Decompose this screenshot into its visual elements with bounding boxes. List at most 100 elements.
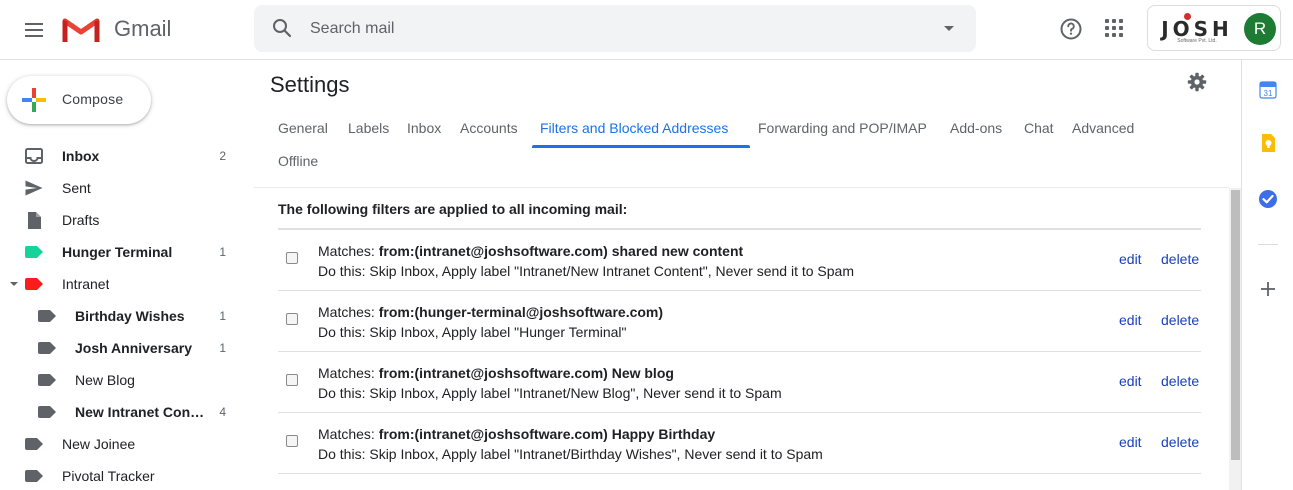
tab-filters-and-blocked-addresses[interactable]: Filters and Blocked Addresses: [540, 120, 728, 136]
filter-action: Do this: Skip Inbox, Apply label "Intran…: [318, 385, 782, 401]
filter-checkbox[interactable]: [286, 374, 298, 386]
tab-add-ons[interactable]: Add-ons: [950, 120, 1002, 136]
tab-forwarding-and-pop-imap[interactable]: Forwarding and POP/IMAP: [758, 120, 927, 136]
filter-row: Matches: from:(intranet@joshsoftware.com…: [278, 413, 1201, 474]
filter-row: Matches: from:(intranet@joshsoftware.com…: [278, 230, 1201, 291]
filter-description: Matches: from:(hunger-terminal@joshsoftw…: [318, 302, 663, 342]
side-panel: 31: [1241, 60, 1293, 490]
search-input[interactable]: [310, 5, 910, 52]
delete-filter-link[interactable]: delete: [1161, 251, 1199, 267]
top-bar: Gmail JOSH Software Pvt. Ltd. R: [0, 0, 1293, 60]
add-icon[interactable]: [1258, 279, 1278, 299]
sidebar-item-label: Hunger Terminal: [62, 244, 173, 260]
tab-advanced[interactable]: Advanced: [1072, 120, 1134, 136]
filter-description: Matches: from:(intranet@joshsoftware.com…: [318, 424, 823, 464]
sidebar-item-label: Pivotal Tracker: [62, 468, 155, 484]
search-options-dropdown-icon[interactable]: [944, 26, 954, 31]
matches-prefix: Matches:: [318, 365, 379, 381]
unread-count: 1: [219, 245, 226, 259]
brand-subtitle: Software Pvt. Ltd.: [1177, 38, 1217, 44]
google-apps-icon[interactable]: [1105, 19, 1123, 37]
draft-icon: [28, 212, 41, 229]
sidebar-item-inbox[interactable]: Inbox 2: [0, 140, 250, 172]
collapse-caret-icon[interactable]: [10, 282, 18, 286]
sidebar-item-hunger-terminal[interactable]: Hunger Terminal 1: [0, 236, 250, 268]
filter-criteria: from:(intranet@joshsoftware.com) Happy B…: [378, 426, 716, 442]
app-name: Gmail: [114, 16, 172, 41]
edit-filter-link[interactable]: edit: [1119, 373, 1142, 389]
account-switcher[interactable]: JOSH Software Pvt. Ltd. R: [1147, 5, 1281, 51]
filter-row: Matches: from:(hunger-terminal@joshsoftw…: [278, 291, 1201, 352]
delete-filter-link[interactable]: delete: [1161, 312, 1199, 328]
send-icon: [25, 180, 43, 196]
label-tag-icon: [38, 310, 56, 322]
tab-accounts[interactable]: Accounts: [460, 120, 518, 136]
settings-scrollbar[interactable]: [1229, 188, 1241, 490]
unread-count: 1: [219, 309, 226, 323]
tab-inbox[interactable]: Inbox: [407, 120, 441, 136]
sidebar-item-label: Inbox: [62, 148, 100, 164]
calendar-icon[interactable]: 31: [1258, 80, 1278, 100]
tab-offline[interactable]: Offline: [278, 153, 318, 169]
gmail-logo[interactable]: Gmail: [62, 14, 171, 44]
tab-chat[interactable]: Chat: [1024, 120, 1054, 136]
gmail-m-icon: [62, 18, 100, 42]
filter-checkbox[interactable]: [286, 435, 298, 447]
sidebar-item-birthday-wishes[interactable]: Birthday Wishes 1: [0, 300, 250, 332]
label-tag-icon: [25, 246, 43, 258]
sidebar-item-label: Intranet: [62, 276, 110, 292]
unread-count: 4: [219, 405, 226, 419]
keep-icon[interactable]: [1258, 133, 1278, 153]
sidebar-item-label: Sent: [62, 180, 91, 196]
filter-action: Do this: Skip Inbox, Apply label "Hunger…: [318, 324, 627, 340]
edit-filter-link[interactable]: edit: [1119, 312, 1142, 328]
sidebar-item-intranet[interactable]: Intranet: [0, 268, 250, 300]
label-tag-icon: [25, 470, 43, 482]
settings-panel: Settings General Labels Inbox Accounts F…: [254, 60, 1241, 490]
tab-labels[interactable]: Labels: [348, 120, 389, 136]
sidebar-item-drafts[interactable]: Drafts: [0, 204, 250, 236]
inbox-icon: [25, 148, 43, 164]
filter-criteria: from:(intranet@joshsoftware.com) New blo…: [378, 365, 674, 381]
sidebar-item-new-joinee[interactable]: New Joinee: [0, 428, 250, 460]
sidebar-item-josh-anniversary[interactable]: Josh Anniversary 1: [0, 332, 250, 364]
filter-action: Do this: Skip Inbox, Apply label "Intran…: [318, 263, 854, 279]
sidebar-item-label: New Joinee: [62, 436, 136, 452]
unread-count: 2: [219, 149, 226, 163]
compose-plus-icon: [22, 88, 46, 112]
scrollbar-thumb[interactable]: [1231, 190, 1240, 460]
filter-checkbox[interactable]: [286, 313, 298, 325]
sidebar-item-label: Drafts: [62, 212, 100, 228]
sidebar-item-pivotal-tracker[interactable]: Pivotal Tracker: [0, 460, 250, 490]
sidebar-item-label: Birthday Wishes: [75, 308, 185, 324]
compose-button[interactable]: Compose: [7, 76, 151, 124]
side-panel-divider: [1258, 244, 1278, 245]
gear-icon[interactable]: [1187, 72, 1207, 92]
search-bar[interactable]: [254, 5, 976, 52]
avatar[interactable]: R: [1244, 13, 1276, 45]
search-icon[interactable]: [272, 18, 292, 38]
filter-description: Matches: from:(intranet@joshsoftware.com…: [318, 241, 854, 281]
delete-filter-link[interactable]: delete: [1161, 434, 1199, 450]
main-menu-icon[interactable]: [18, 14, 50, 46]
sidebar-item-new-blog[interactable]: New Blog: [0, 364, 250, 396]
compose-label: Compose: [62, 91, 124, 107]
edit-filter-link[interactable]: edit: [1119, 251, 1142, 267]
active-tab-indicator: [532, 145, 750, 148]
sidebar-item-label: New Blog: [75, 372, 135, 388]
sidebar-nav: Inbox 2 Sent Drafts Hunger Terminal 1 In…: [0, 140, 250, 490]
help-icon[interactable]: [1059, 17, 1083, 41]
matches-prefix: Matches:: [318, 243, 379, 259]
filter-list: Matches: from:(intranet@joshsoftware.com…: [278, 230, 1201, 474]
label-tag-icon: [25, 438, 43, 450]
page-title: Settings: [270, 72, 350, 97]
edit-filter-link[interactable]: edit: [1119, 434, 1142, 450]
sidebar-item-new-intranet-content[interactable]: New Intranet Cont… 4: [0, 396, 250, 428]
filter-checkbox[interactable]: [286, 252, 298, 264]
tab-general[interactable]: General: [278, 120, 328, 136]
delete-filter-link[interactable]: delete: [1161, 373, 1199, 389]
sidebar-item-sent[interactable]: Sent: [0, 172, 250, 204]
sidebar-item-label: New Intranet Cont…: [75, 404, 205, 420]
filters-heading: The following filters are applied to all…: [278, 201, 628, 217]
tasks-icon[interactable]: [1258, 189, 1278, 209]
